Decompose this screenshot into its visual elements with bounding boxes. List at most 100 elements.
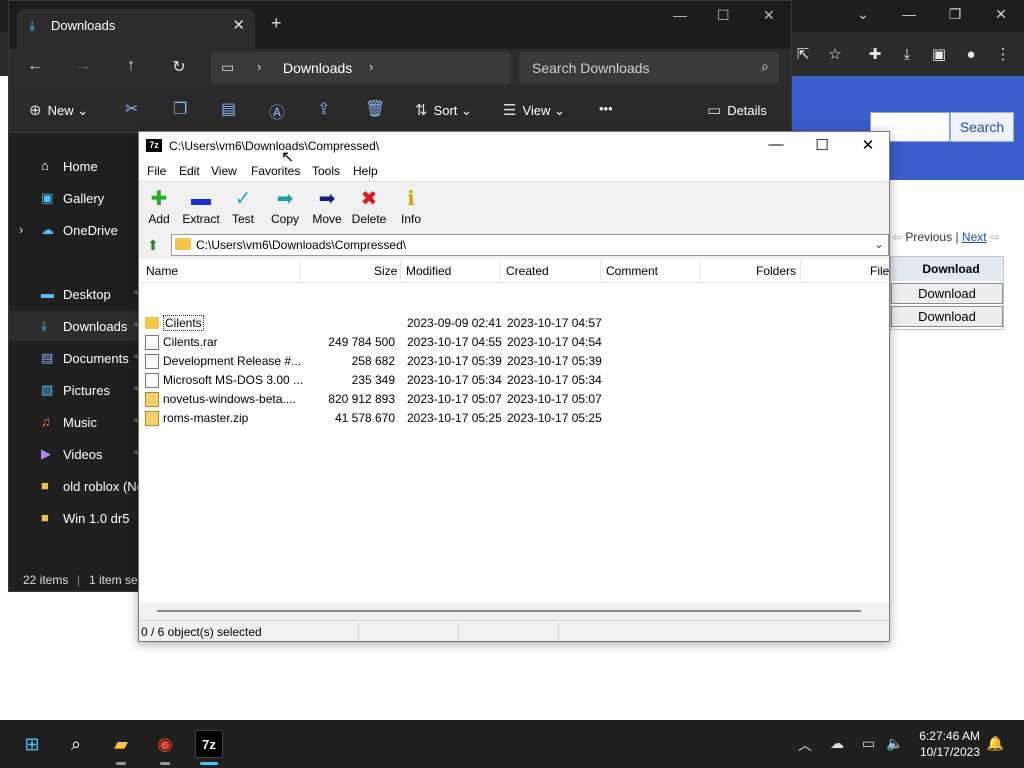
downloads-icon[interactable]: ⤓	[896, 44, 918, 66]
extensions-icon[interactable]: ✚	[864, 44, 886, 66]
refresh-icon[interactable]: ↻	[167, 57, 191, 77]
up-folder-icon[interactable]: ⬆	[143, 235, 163, 255]
sidebar-item-onedrive[interactable]: › ☁ OneDrive	[9, 215, 139, 245]
rename-icon[interactable]: Ⓐ	[269, 99, 285, 123]
chevron-right-icon[interactable]: ›	[19, 222, 23, 237]
extract-button[interactable]: ▬ Extract	[179, 186, 223, 226]
7zip-icon[interactable]: 7z	[195, 730, 223, 758]
explorer-search[interactable]: Search Downloads ⌕	[519, 52, 779, 84]
address-bar[interactable]: ▭ › Downloads ›	[211, 52, 511, 84]
column-header-comment[interactable]: Comment	[606, 264, 658, 278]
info-button[interactable]: ℹ Info	[389, 186, 433, 226]
table-row[interactable]: Development Release #... 258 682 2023-10-1…	[139, 351, 889, 370]
windows-start-icon[interactable]: ⊞	[18, 730, 46, 758]
column-header-modified[interactable]: Modified	[406, 264, 451, 278]
sidebar-item-desktop[interactable]: ▬ Desktop ⌖	[9, 279, 139, 309]
minimize-icon[interactable]: —	[673, 7, 687, 23]
close-tab-icon[interactable]: ✕	[232, 16, 245, 34]
cut-icon[interactable]: ✂	[125, 99, 138, 119]
profile-icon[interactable]: ●	[960, 44, 982, 66]
table-row[interactable]: novetus-windows-beta.... 820 912 893 2023-…	[139, 389, 889, 408]
move-button[interactable]: ➡ Move	[305, 186, 349, 226]
new-tab-icon[interactable]: +	[271, 13, 282, 34]
chrome-icon[interactable]: ◉	[151, 730, 179, 758]
sidebar-item-folder[interactable]: ■ Win 1.0 dr5	[9, 503, 139, 533]
delete-icon[interactable]: 🗑	[365, 99, 385, 119]
scrollbar-thumb[interactable]	[157, 610, 861, 612]
chevron-right-icon[interactable]: ›	[369, 59, 373, 74]
page-search-button[interactable]: Search	[950, 112, 1014, 142]
sidebar-item-home[interactable]: ⌂ Home	[9, 151, 139, 181]
sidebar-item-music[interactable]: ♫ Music ⌖	[9, 407, 139, 437]
explorer-tab[interactable]: ⤓ Downloads ✕	[17, 9, 255, 49]
notification-bell-icon[interactable]: 🔔	[987, 735, 1004, 752]
paste-icon[interactable]: ▤	[221, 99, 236, 119]
column-divider[interactable]	[500, 261, 501, 281]
sort-button[interactable]: ⇅ Sort ⌄	[415, 101, 472, 119]
table-row[interactable]: Microsoft MS-DOS 3.00 ... 235 349 2023-10-…	[139, 370, 889, 389]
test-button[interactable]: ✓ Test	[221, 186, 265, 226]
download-button[interactable]: Download	[891, 283, 1003, 304]
column-divider[interactable]	[800, 261, 801, 281]
sidebar-item-gallery[interactable]: ▣ Gallery	[9, 183, 139, 213]
column-header-size[interactable]: Size	[374, 264, 397, 278]
up-icon[interactable]: ↑	[119, 57, 143, 75]
path-combobox[interactable]: C:\Users\vm6\Downloads\Compressed\ ⌄	[171, 234, 889, 256]
back-icon[interactable]: ←	[23, 57, 47, 75]
restore-icon[interactable]: ❐	[940, 6, 970, 23]
minimize-icon[interactable]: —	[761, 136, 791, 153]
show-hidden-icons-icon[interactable]: ︿	[798, 735, 812, 755]
copy-button[interactable]: ➡ Copy	[263, 186, 307, 226]
forward-icon[interactable]: →	[71, 57, 95, 75]
sidebar-item-videos[interactable]: ▶ Videos ⌖	[9, 439, 139, 469]
view-button[interactable]: ☰ View ⌄	[503, 101, 565, 119]
network-icon[interactable]: ▭	[862, 735, 875, 752]
chevron-right-icon[interactable]: ›	[257, 59, 261, 74]
menu-tools[interactable]: Tools	[312, 164, 340, 178]
bookmark-star-icon[interactable]: ☆	[824, 44, 846, 66]
sidebar-item-folder[interactable]: ■ old roblox (No	[9, 471, 144, 501]
column-header-created[interactable]: Created	[506, 264, 549, 278]
table-row[interactable]: Cilents.rar 249 784 500 2023-10-17 04:55 20…	[139, 332, 889, 351]
volume-icon[interactable]: 🔈	[886, 735, 903, 752]
table-row[interactable]: roms-master.zip 41 578 670 2023-10-17 05:2…	[139, 408, 889, 427]
add-button[interactable]: ✚ Add	[137, 186, 181, 226]
sidebar-item-pictures[interactable]: ▨ Pictures ⌖	[9, 375, 139, 405]
maximize-icon[interactable]: ☐	[717, 7, 730, 24]
sidebar-item-documents[interactable]: ▤ Documents ⌖	[9, 343, 139, 373]
menu-view[interactable]: View	[211, 164, 237, 178]
table-row[interactable]: Cilents 2023-09-09 02:41 2023-10-17 04:57	[139, 313, 889, 332]
column-divider[interactable]	[700, 261, 701, 281]
onedrive-icon[interactable]: ☁	[830, 735, 844, 752]
next-link[interactable]: Next	[962, 230, 987, 244]
file-explorer-icon[interactable]: ▰	[107, 730, 135, 758]
column-header-files[interactable]: File	[870, 264, 889, 278]
copy-icon[interactable]: ❐	[173, 99, 187, 119]
column-divider[interactable]	[300, 261, 301, 281]
previous-link[interactable]: Previous	[905, 230, 952, 244]
sidebar-item-downloads[interactable]: ⤓ Downloads ⌖	[9, 311, 139, 341]
close-icon[interactable]: ✕	[986, 6, 1016, 23]
share-icon[interactable]: ⇪	[317, 99, 330, 119]
close-icon[interactable]: ✕	[853, 136, 883, 154]
horizontal-scrollbar[interactable]	[139, 602, 889, 620]
column-header-name[interactable]: Name	[146, 264, 178, 278]
download-button[interactable]: Download	[891, 306, 1003, 327]
more-options-icon[interactable]: •••	[599, 101, 613, 116]
share-icon[interactable]: ⇱	[792, 44, 814, 66]
details-button[interactable]: ▭ Details	[707, 101, 767, 119]
minimize-icon[interactable]: —	[894, 6, 924, 22]
clock[interactable]: 6:27:46 AM 10/17/2023	[919, 728, 980, 760]
new-button[interactable]: ⊕ New ⌄	[29, 101, 88, 119]
search-icon[interactable]: ⌕	[62, 730, 90, 758]
delete-button[interactable]: ✖ Delete	[347, 186, 391, 226]
column-divider[interactable]	[400, 261, 401, 281]
column-divider[interactable]	[600, 261, 601, 281]
close-icon[interactable]: ✕	[763, 7, 775, 24]
menu-edit[interactable]: Edit	[179, 164, 200, 178]
maximize-icon[interactable]: ☐	[807, 136, 837, 154]
column-header-folders[interactable]: Folders	[756, 264, 796, 278]
side-panel-icon[interactable]: ▣	[928, 44, 950, 66]
chevron-down-icon[interactable]: ⌄	[874, 237, 884, 251]
breadcrumb[interactable]: Downloads	[283, 60, 352, 76]
